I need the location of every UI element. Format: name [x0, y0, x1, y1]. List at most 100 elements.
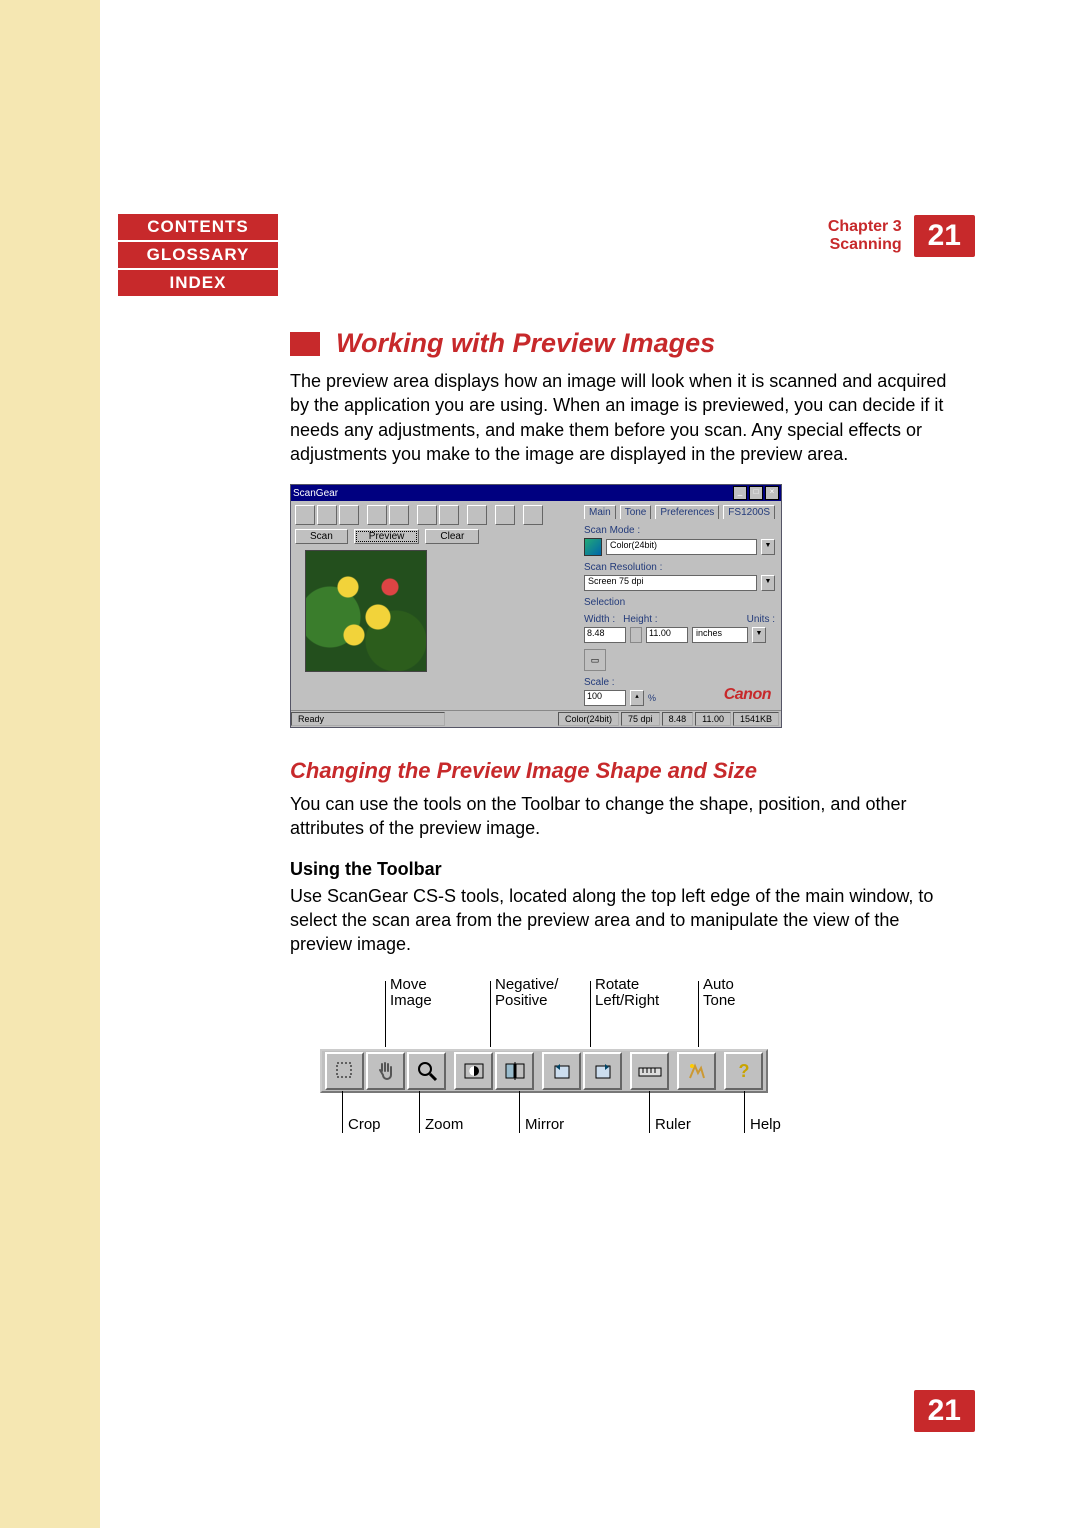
nav-glossary[interactable]: GLOSSARY: [118, 242, 278, 268]
tab-preferences[interactable]: Preferences: [655, 505, 719, 519]
label-width: Width :: [584, 614, 615, 625]
label-ruler: Ruler: [655, 1117, 691, 1134]
autotone-icon: [686, 1060, 708, 1082]
mini-help-button[interactable]: [523, 505, 543, 525]
scan-mode-select[interactable]: Color(24bit): [606, 539, 757, 555]
close-button[interactable]: ×: [765, 486, 779, 500]
nav-index[interactable]: INDEX: [118, 270, 278, 296]
minimize-button[interactable]: _: [733, 486, 747, 500]
tab-tone[interactable]: Tone: [620, 505, 652, 519]
footer-page: 21: [914, 1390, 975, 1432]
heading-changing-shape-size: Changing the Preview Image Shape and Siz…: [290, 758, 950, 784]
ruler-button[interactable]: [630, 1052, 669, 1090]
width-input[interactable]: 8.48: [584, 627, 626, 643]
move-image-button[interactable]: [366, 1052, 405, 1090]
status-size: 1541KB: [733, 712, 779, 726]
status-bar: Ready Color(24bit) 75 dpi 8.48 11.00 154…: [291, 710, 781, 727]
window-title: ScanGear: [293, 488, 733, 499]
lock-icon[interactable]: [630, 627, 642, 643]
tab-fs1200s[interactable]: FS1200S: [723, 505, 775, 519]
mini-negpos-button[interactable]: [367, 505, 387, 525]
selection-preset-button[interactable]: ▭: [584, 649, 606, 671]
mini-crop-button[interactable]: [295, 505, 315, 525]
label-crop: Crop: [348, 1117, 381, 1134]
units-select[interactable]: inches: [692, 627, 748, 643]
left-stripe: [0, 0, 100, 1528]
label-mirror: Mirror: [525, 1117, 564, 1134]
mini-move-button[interactable]: [317, 505, 337, 525]
tab-main[interactable]: Main: [584, 505, 616, 519]
mini-mirror-button[interactable]: [389, 505, 409, 525]
status-ready: Ready: [291, 712, 445, 726]
label-move-image: Move Image: [390, 977, 432, 1010]
mirror-button[interactable]: [495, 1052, 534, 1090]
mini-rotleft-button[interactable]: [417, 505, 437, 525]
scan-mode-dropdown-btn[interactable]: ▼: [761, 539, 775, 555]
ruler-icon: [637, 1060, 663, 1082]
heading-working-with-preview-images: Working with Preview Images: [336, 328, 715, 359]
chapter-block: Chapter 3 Scanning 21: [828, 215, 975, 257]
preview-button[interactable]: Preview: [354, 529, 420, 544]
footer-page-number: 21: [914, 1390, 975, 1432]
scangear-window: ScanGear _ □ ×: [290, 484, 782, 728]
chapter-line1: Chapter 3: [828, 218, 902, 236]
mini-ruler-button[interactable]: [467, 505, 487, 525]
scan-resolution-select[interactable]: Screen 75 dpi: [584, 575, 757, 591]
label-scan-resolution: Scan Resolution :: [584, 562, 775, 573]
units-dropdown-btn[interactable]: ▼: [752, 627, 766, 643]
paragraph-using-toolbar: Use ScanGear CS-S tools, located along t…: [290, 884, 950, 957]
mini-zoom-button[interactable]: [339, 505, 359, 525]
auto-tone-button[interactable]: [677, 1052, 716, 1090]
mirror-icon: [504, 1060, 526, 1082]
heading-marker: [290, 332, 320, 356]
mini-rotright-button[interactable]: [439, 505, 459, 525]
status-width: 8.48: [662, 712, 694, 726]
label-units: Units :: [747, 614, 775, 625]
maximize-button[interactable]: □: [749, 486, 763, 500]
crop-button[interactable]: [325, 1052, 364, 1090]
preview-area[interactable]: [305, 550, 427, 672]
mode-icon: [584, 538, 602, 556]
label-negative-positive: Negative/ Positive: [495, 977, 558, 1010]
crop-icon: [334, 1060, 356, 1082]
rotate-right-button[interactable]: [583, 1052, 622, 1090]
label-selection: Selection: [584, 597, 775, 608]
heading-using-toolbar: Using the Toolbar: [290, 859, 950, 880]
mini-autotone-button[interactable]: [495, 505, 515, 525]
negpos-icon: [463, 1060, 485, 1082]
content: Working with Preview Images The preview …: [290, 328, 950, 1157]
nav-contents[interactable]: CONTENTS: [118, 214, 278, 240]
page-number-badge: 21: [914, 215, 975, 257]
hand-icon: [375, 1060, 397, 1082]
rotate-right-icon: [592, 1060, 614, 1082]
page: CONTENTS GLOSSARY INDEX Chapter 3 Scanni…: [0, 0, 1080, 1528]
scan-resolution-dropdown-btn[interactable]: ▼: [761, 575, 775, 591]
clear-button[interactable]: Clear: [425, 529, 479, 544]
label-auto-tone: Auto Tone: [703, 977, 736, 1010]
chapter-line2: Scanning: [828, 236, 902, 254]
mini-toolbar: [295, 505, 574, 525]
paragraph-changing-shape-size: You can use the tools on the Toolbar to …: [290, 792, 950, 841]
status-mode: Color(24bit): [558, 712, 619, 726]
tab-bar: Main Tone Preferences FS1200S: [584, 505, 775, 519]
zoom-button[interactable]: [407, 1052, 446, 1090]
scale-spin-btn[interactable]: ▴: [630, 690, 644, 706]
toolbar-strip: ?: [320, 1049, 768, 1093]
help-button[interactable]: ?: [724, 1052, 763, 1090]
help-icon: ?: [733, 1060, 755, 1082]
scale-percent: %: [648, 693, 656, 703]
nav-box: CONTENTS GLOSSARY INDEX: [118, 214, 278, 298]
label-height: Height :: [623, 614, 657, 625]
rotate-left-button[interactable]: [542, 1052, 581, 1090]
toolbar-diagram: Move Image Negative/ Positive Rotate Lef…: [320, 977, 860, 1157]
status-dpi: 75 dpi: [621, 712, 660, 726]
canon-logo: Canon: [724, 686, 771, 704]
negative-positive-button[interactable]: [454, 1052, 493, 1090]
rotate-left-icon: [551, 1060, 573, 1082]
label-rotate-lr: Rotate Left/Right: [595, 977, 659, 1010]
height-input[interactable]: 11.00: [646, 627, 688, 643]
scale-input[interactable]: 100: [584, 690, 626, 706]
titlebar: ScanGear _ □ ×: [291, 485, 781, 501]
scan-button[interactable]: Scan: [295, 529, 348, 544]
label-zoom: Zoom: [425, 1117, 463, 1134]
